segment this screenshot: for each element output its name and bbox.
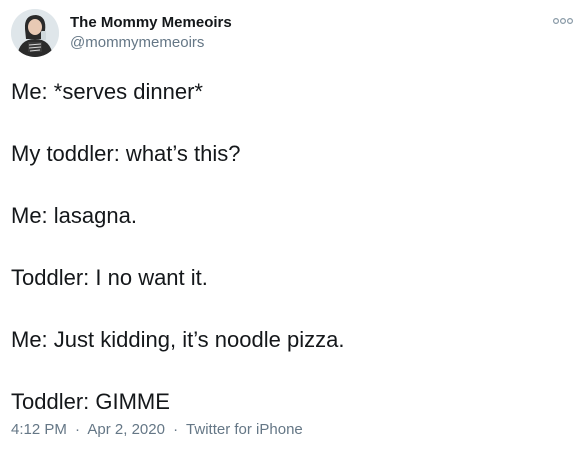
- author-display-name[interactable]: The Mommy Memeoirs: [70, 14, 232, 31]
- tweet-date[interactable]: Apr 2, 2020: [87, 421, 165, 438]
- line-spacer: [11, 236, 576, 258]
- line-spacer: [11, 174, 576, 196]
- more-options-icon[interactable]: [552, 14, 574, 28]
- tweet-text: Me: *serves dinner* My toddler: what’s t…: [11, 72, 576, 422]
- tweet-line: My toddler: what’s this?: [11, 141, 241, 166]
- tweet-line: Toddler: GIMME: [11, 389, 170, 414]
- line-spacer: [11, 360, 576, 382]
- meta-separator: ·: [75, 421, 81, 438]
- author-avatar[interactable]: [11, 9, 59, 57]
- tweet-metadata: 4:12 PM · Apr 2, 2020 · Twitter for iPho…: [11, 421, 303, 438]
- line-spacer: [11, 298, 576, 320]
- tweet-line: Toddler: I no want it.: [11, 265, 208, 290]
- avatar-image: [11, 9, 59, 57]
- line-spacer: [11, 112, 576, 134]
- meta-separator: ·: [173, 421, 179, 438]
- tweet-line: Me: *serves dinner*: [11, 79, 203, 104]
- tweet-line: Me: Just kidding, it’s noodle pizza.: [11, 327, 345, 352]
- tweet-line: Me: lasagna.: [11, 203, 137, 228]
- tweet-source[interactable]: Twitter for iPhone: [186, 421, 303, 438]
- tweet-card: The Mommy Memeoirs @mommymemeoirs Me: *s…: [0, 0, 587, 450]
- author-handle[interactable]: @mommymemeoirs: [70, 34, 204, 51]
- tweet-time[interactable]: 4:12 PM: [11, 421, 67, 438]
